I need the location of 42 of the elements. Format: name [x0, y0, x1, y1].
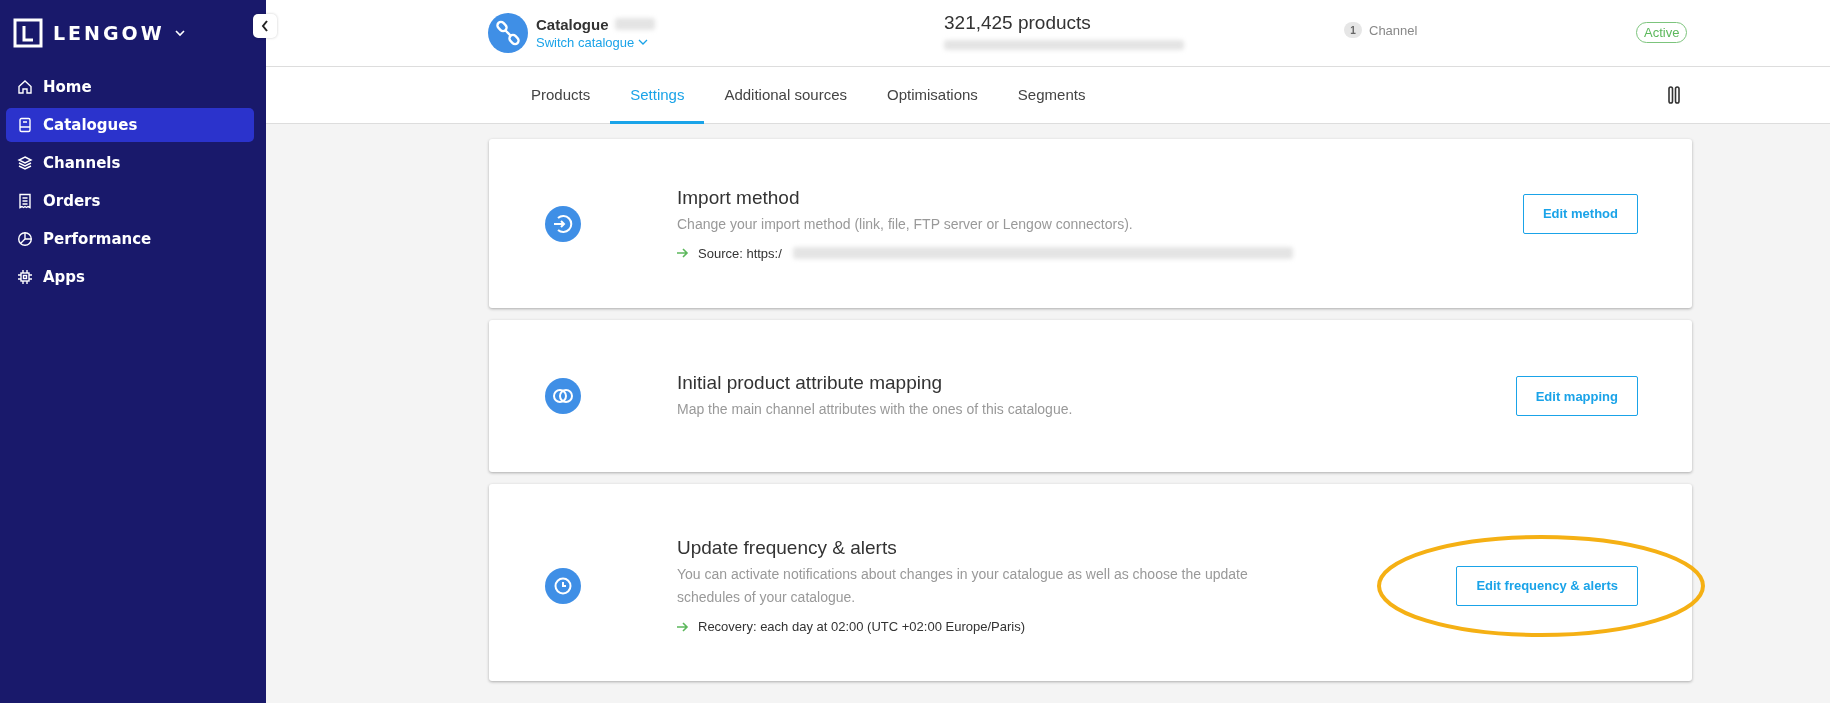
logo-icon	[13, 18, 43, 48]
detail-text: Source: https:/	[698, 245, 782, 261]
tab[interactable]: Products	[511, 67, 611, 124]
tab[interactable]: Optimisations	[867, 67, 998, 124]
nav-item[interactable]: Channels	[6, 146, 254, 180]
arrow-right-icon	[677, 248, 689, 258]
book-icon	[17, 117, 33, 133]
layers-icon	[17, 155, 33, 171]
columns-icon[interactable]	[1668, 86, 1680, 104]
receipt-icon	[17, 193, 33, 209]
chip-icon	[17, 269, 33, 285]
chevron-down-icon	[638, 39, 649, 45]
card-description: You can activate notifications about changes in your catalogue as well as choose the update schedules of your catalogue.	[677, 565, 1249, 607]
tab[interactable]: Additional sources	[704, 67, 867, 124]
card-description: Change your import method (link, file, FTP server or Lengow connectors).	[677, 214, 1134, 234]
catalogue-title: Catalogue	[536, 15, 609, 33]
tab[interactable]: Segments	[997, 67, 1106, 124]
card-title: Update frequency & alerts	[677, 537, 898, 559]
home-icon	[17, 79, 33, 95]
channel-count: 1	[1344, 22, 1362, 38]
nav-item[interactable]: Apps	[6, 260, 254, 294]
detail-text: Recovery: each day at 02:00 (UTC +02:00 Europe/Paris)	[698, 619, 1025, 634]
card-title: Import method	[677, 186, 801, 209]
product-count: 321,425 products	[944, 12, 1092, 34]
nav-item[interactable]: Home	[6, 70, 254, 104]
card-title: Initial product attribute mapping	[677, 371, 944, 394]
nav-item[interactable]: Catalogues	[6, 108, 254, 142]
nav-item[interactable]: Orders	[6, 184, 254, 218]
rings-icon	[545, 378, 581, 414]
import-icon	[545, 205, 581, 242]
arrow-right-icon	[677, 621, 689, 632]
brand-name: LENGOW	[53, 22, 165, 44]
collapse-button[interactable]	[253, 14, 277, 38]
clock-icon	[545, 567, 581, 604]
pie-chart-icon	[17, 231, 33, 247]
chevron-left-icon	[261, 20, 269, 32]
channel-label: Channel	[1369, 22, 1418, 38]
redacted-text	[614, 18, 655, 30]
nav-item[interactable]: Performance	[6, 222, 254, 256]
card-description: Map the main channel attributes with the ones of this catalogue.	[677, 399, 1074, 419]
chevron-down-icon[interactable]	[174, 29, 185, 37]
link-icon	[488, 13, 528, 53]
